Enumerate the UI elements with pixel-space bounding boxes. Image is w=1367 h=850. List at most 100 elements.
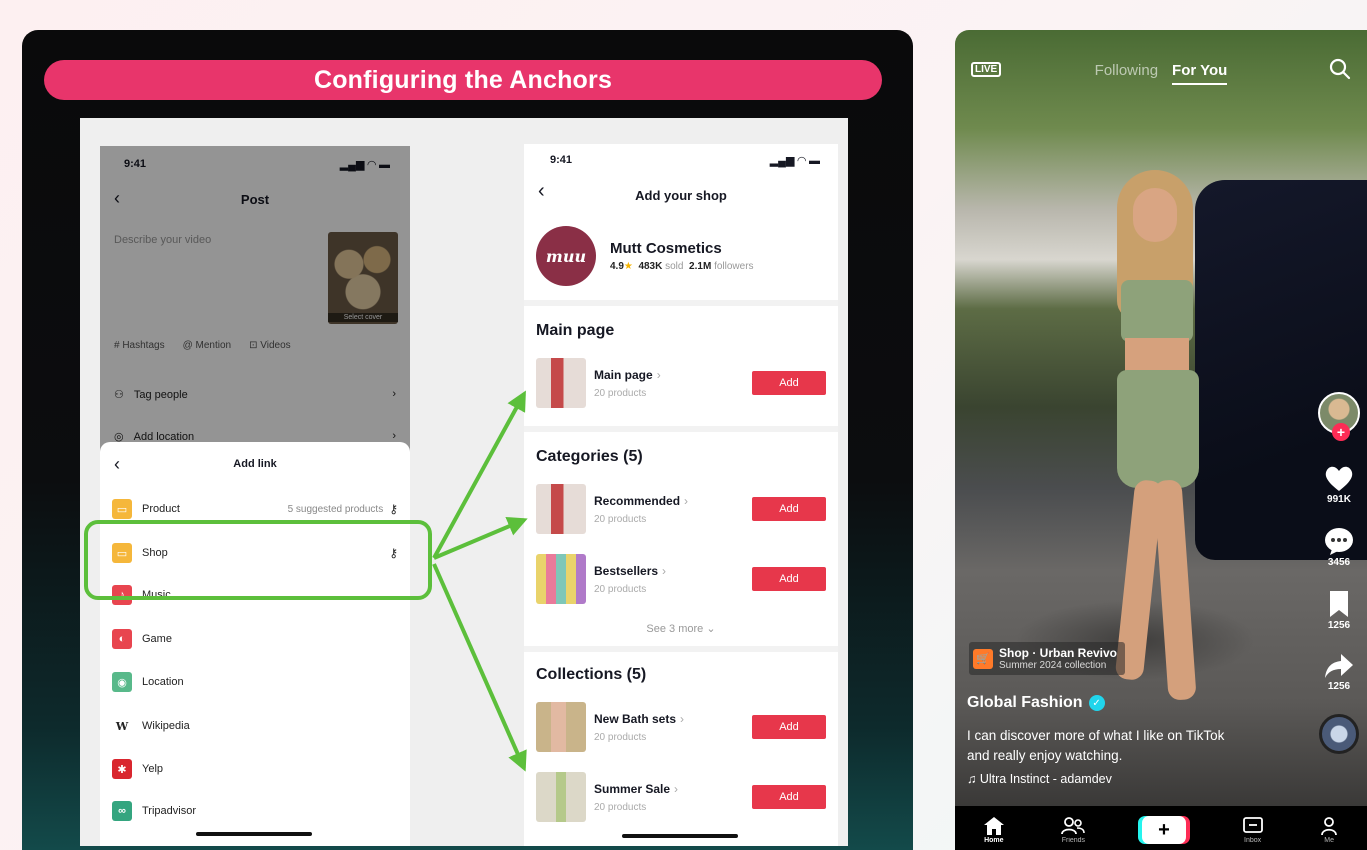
item-count: 20 products bbox=[594, 583, 647, 595]
nav-inbox[interactable]: Inbox bbox=[1242, 816, 1264, 844]
item-name: Summer Sale bbox=[594, 781, 671, 796]
bottom-nav: Home Friends + Inbox Me bbox=[955, 806, 1367, 850]
item-count: 20 products bbox=[594, 801, 647, 813]
link-item-label: Wikipedia bbox=[142, 720, 190, 732]
nav-inbox-label: Inbox bbox=[1244, 837, 1262, 844]
arrow-to-main-page bbox=[432, 390, 526, 559]
follow-plus-icon[interactable]: + bbox=[1332, 423, 1350, 441]
section-divider bbox=[524, 300, 838, 306]
share-button[interactable]: 1256 bbox=[1324, 653, 1354, 692]
product-thumbnail bbox=[536, 484, 586, 534]
shop-rating: 4.9 bbox=[610, 261, 624, 272]
suggested-products-label: 5 suggested products bbox=[287, 503, 384, 515]
yelp-icon: ✱ bbox=[112, 759, 132, 779]
main-page-section-title: Main page bbox=[536, 322, 615, 339]
link-item-product[interactable]: ▭ Product 5 suggested products ⚷ bbox=[112, 498, 398, 520]
music-disc-icon[interactable] bbox=[1319, 714, 1359, 754]
link-item-label: Game bbox=[142, 633, 172, 645]
game-icon: ◐ bbox=[112, 629, 132, 649]
link-item-location[interactable]: ◉ Location bbox=[112, 671, 398, 693]
tiktok-feed-screen: LIVE Following For You + 991K 3456 1256 … bbox=[955, 30, 1367, 850]
tripadvisor-icon: ∞ bbox=[112, 801, 132, 821]
product-thumbnail bbox=[536, 702, 586, 752]
add-link-sheet: ‹ Add link ▭ Product 5 suggested product… bbox=[100, 442, 410, 846]
share-count: 1256 bbox=[1327, 681, 1351, 692]
shop-stats: 4.9★ 483K sold 2.1M followers bbox=[610, 261, 754, 272]
heart-icon bbox=[1325, 466, 1353, 491]
home-icon bbox=[983, 817, 1004, 835]
product-icon: ▭ bbox=[112, 499, 132, 519]
inbox-icon bbox=[1242, 817, 1263, 833]
link-item-label: Yelp bbox=[142, 763, 164, 775]
item-name: Main page bbox=[594, 367, 653, 382]
item-name: Recommended bbox=[594, 493, 681, 508]
shop-logo: muu bbox=[536, 226, 596, 286]
comment-button[interactable]: 3456 bbox=[1324, 527, 1354, 568]
link-item-label: Location bbox=[142, 676, 184, 688]
chevron-right-icon: › bbox=[680, 711, 685, 726]
item-count: 20 products bbox=[594, 387, 647, 399]
item-name: Bestsellers bbox=[594, 563, 659, 578]
action-rail: + 991K 3456 1256 1256 bbox=[1317, 392, 1361, 754]
shop-header: muu Mutt Cosmetics 4.9★ 483K sold 2.1M f… bbox=[536, 226, 754, 286]
product-thumbnail bbox=[536, 772, 586, 822]
slide-banner: Configuring the Anchors bbox=[44, 60, 882, 100]
author-name[interactable]: Global Fashion ✓ bbox=[967, 694, 1105, 712]
create-plus-icon: + bbox=[1141, 816, 1186, 844]
link-item-wikipedia[interactable]: W Wikipedia bbox=[112, 715, 398, 737]
home-indicator bbox=[622, 834, 738, 838]
collections-section-title: Collections (5) bbox=[536, 666, 647, 683]
link-item-yelp[interactable]: ✱ Yelp bbox=[112, 758, 398, 780]
add-button[interactable]: Add bbox=[752, 785, 826, 809]
feed-tabs: Following For You bbox=[955, 62, 1367, 85]
shop-name: Mutt Cosmetics bbox=[610, 240, 722, 257]
add-button[interactable]: Add bbox=[752, 497, 826, 521]
signal-icon: ▂▄▆ ◠ ▬ bbox=[769, 155, 820, 167]
post-screen: 9:41 ▂▄▆ ◠ ▬ ‹ Post Describe your video … bbox=[100, 146, 410, 846]
link-item-game[interactable]: ◐ Game bbox=[112, 628, 398, 650]
shop-anchor-tag[interactable]: 🛒 Shop · Urban Revivo Summer 2024 collec… bbox=[969, 642, 1126, 675]
like-button[interactable]: 991K bbox=[1324, 464, 1354, 505]
nav-friends[interactable]: Friends bbox=[1060, 816, 1086, 844]
chevron-right-icon: › bbox=[656, 367, 661, 382]
shop-anchor-title: Shop · Urban Revivo bbox=[999, 646, 1118, 660]
link-item-label: Product bbox=[142, 503, 180, 515]
item-name: New Bath sets bbox=[594, 711, 677, 726]
product-thumbnail bbox=[536, 358, 586, 408]
tab-for-you[interactable]: For You bbox=[1172, 62, 1228, 85]
wikipedia-icon: W bbox=[112, 716, 132, 736]
arrow-to-categories bbox=[433, 517, 528, 560]
save-count: 1256 bbox=[1327, 620, 1351, 631]
arrow-to-collections bbox=[432, 563, 527, 772]
followers-label: followers bbox=[714, 261, 754, 272]
music-track[interactable]: ♫ Ultra Instinct - adamdev bbox=[967, 772, 1112, 786]
see-more-link[interactable]: See 3 more ⌄ bbox=[524, 622, 838, 635]
followers-count: 2.1M bbox=[689, 261, 712, 272]
chevron-right-icon: › bbox=[674, 781, 679, 796]
tab-following[interactable]: Following bbox=[1095, 62, 1158, 85]
shop-list-item: New Bath sets › 20 products Add bbox=[536, 700, 826, 754]
link-item-tripadvisor[interactable]: ∞ Tripadvisor bbox=[112, 800, 398, 822]
nav-create[interactable]: + bbox=[1141, 816, 1186, 844]
add-button[interactable]: Add bbox=[752, 371, 826, 395]
author-label: Global Fashion bbox=[967, 694, 1083, 711]
add-button[interactable]: Add bbox=[752, 567, 826, 591]
verified-badge-icon: ✓ bbox=[1088, 695, 1105, 711]
shop-list-item: Bestsellers › 20 products Add bbox=[536, 552, 826, 606]
tutorial-slide: Configuring the Anchors 9:41 ▂▄▆ ◠ ▬ ‹ P… bbox=[22, 30, 913, 850]
item-count: 20 products bbox=[594, 731, 647, 743]
search-icon[interactable] bbox=[1329, 58, 1351, 80]
creator-avatar[interactable]: + bbox=[1318, 392, 1360, 441]
add-button[interactable]: Add bbox=[752, 715, 826, 739]
save-button[interactable]: 1256 bbox=[1327, 590, 1351, 631]
comment-icon bbox=[1325, 528, 1353, 555]
add-shop-screen: 9:41 ▂▄▆ ◠ ▬ ‹ Add your shop muu Mutt Co… bbox=[524, 144, 838, 846]
link-item-label: Tripadvisor bbox=[142, 805, 196, 817]
shop-list-item: Summer Sale › 20 products Add bbox=[536, 770, 826, 824]
nav-home[interactable]: Home bbox=[983, 816, 1005, 844]
chevron-right-icon: › bbox=[684, 493, 689, 508]
status-bar: 9:41 ▂▄▆ ◠ ▬ bbox=[550, 154, 820, 167]
nav-me[interactable]: Me bbox=[1319, 816, 1339, 844]
section-divider bbox=[524, 646, 838, 652]
shop-anchor-subtitle: Summer 2024 collection bbox=[999, 660, 1107, 671]
